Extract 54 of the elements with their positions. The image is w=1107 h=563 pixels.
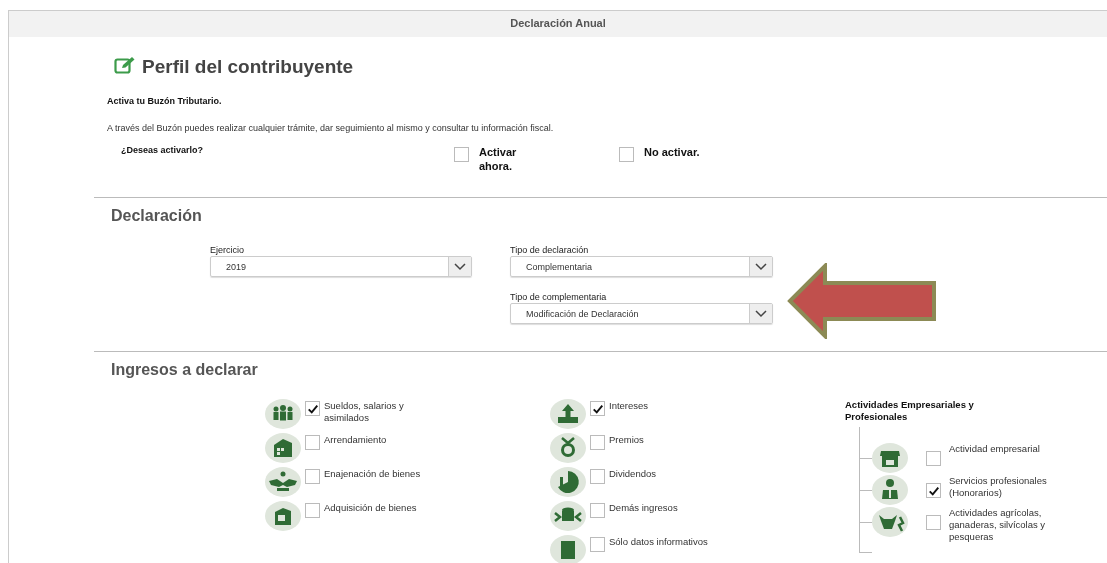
income-option-label: Actividades agrícolas, ganaderas, silvícolas y pesqueras (949, 507, 1047, 543)
question-label: ¿Deseas activarlo? (121, 145, 205, 155)
arrow-up-icon (550, 399, 586, 429)
income-option-label: Sólo datos informativos (609, 536, 709, 548)
checkbox[interactable] (590, 503, 605, 518)
money-box-icon (265, 501, 301, 531)
section-heading: Perfil del contribuyente (142, 56, 354, 78)
checkbox[interactable] (590, 401, 605, 416)
caret-icon (749, 304, 772, 323)
income-option-label: Dividendos (609, 468, 657, 480)
income-option-label: Adquisición de bienes (324, 502, 418, 514)
checkbox[interactable] (454, 147, 469, 162)
dropdown[interactable]: Modificación de Declaración (510, 303, 773, 324)
person-icon (872, 475, 908, 505)
income-option-label: Sueldos, salarios y asimilados (324, 400, 405, 424)
checkbox[interactable] (926, 483, 941, 498)
field-label: Tipo de declaración (510, 245, 590, 255)
caret-icon (448, 257, 471, 276)
notice-text: A través del Buzón puedes realizar cualquier trámite, dar seguimiento al mismo y consultar tu información fiscal. (107, 123, 555, 133)
checkbox[interactable] (590, 537, 605, 552)
checkbox[interactable] (926, 515, 941, 530)
checkbox[interactable] (305, 503, 320, 518)
income-option-label: Premios (609, 434, 645, 446)
checkbox[interactable] (619, 147, 634, 162)
dropdown[interactable]: 2019 (210, 256, 472, 277)
income-option-label: Servicios profesionales (Honorarios) (949, 475, 1048, 499)
caret-icon (749, 257, 772, 276)
coins-icon (550, 501, 586, 531)
checkbox[interactable] (305, 401, 320, 416)
income-option-label: Actividad empresarial (949, 443, 1041, 455)
field-label: Tipo de complementaria (510, 292, 608, 302)
option-label: Activar ahora. (479, 145, 518, 173)
document-icon (550, 535, 586, 563)
field-label: Ejercicio (210, 245, 245, 255)
group-heading: Actividades Empresariales y Profesionales (845, 399, 975, 423)
store-icon (872, 443, 908, 473)
checkbox[interactable] (590, 469, 605, 484)
checkbox[interactable] (305, 435, 320, 450)
section-heading: Ingresos a declarar (111, 361, 259, 379)
income-option-label: Demás ingresos (609, 502, 679, 514)
building-icon (265, 433, 301, 463)
pie-chart-icon (550, 467, 586, 497)
option-label: No activar. (644, 145, 700, 159)
income-option-label: Enajenación de bienes (324, 468, 422, 480)
checkbox[interactable] (926, 451, 941, 466)
checkbox[interactable] (305, 469, 320, 484)
people-icon (265, 399, 301, 429)
section-heading: Declaración (111, 207, 203, 225)
income-option-label: Intereses (609, 400, 650, 412)
income-option-label: Arrendamiento (324, 434, 388, 446)
notice-title: Activa tu Buzón Tributario. (107, 96, 223, 106)
dropdown[interactable]: Complementaria (510, 256, 773, 277)
window-title: Declaración Anual (9, 11, 1107, 37)
checkbox[interactable] (590, 435, 605, 450)
